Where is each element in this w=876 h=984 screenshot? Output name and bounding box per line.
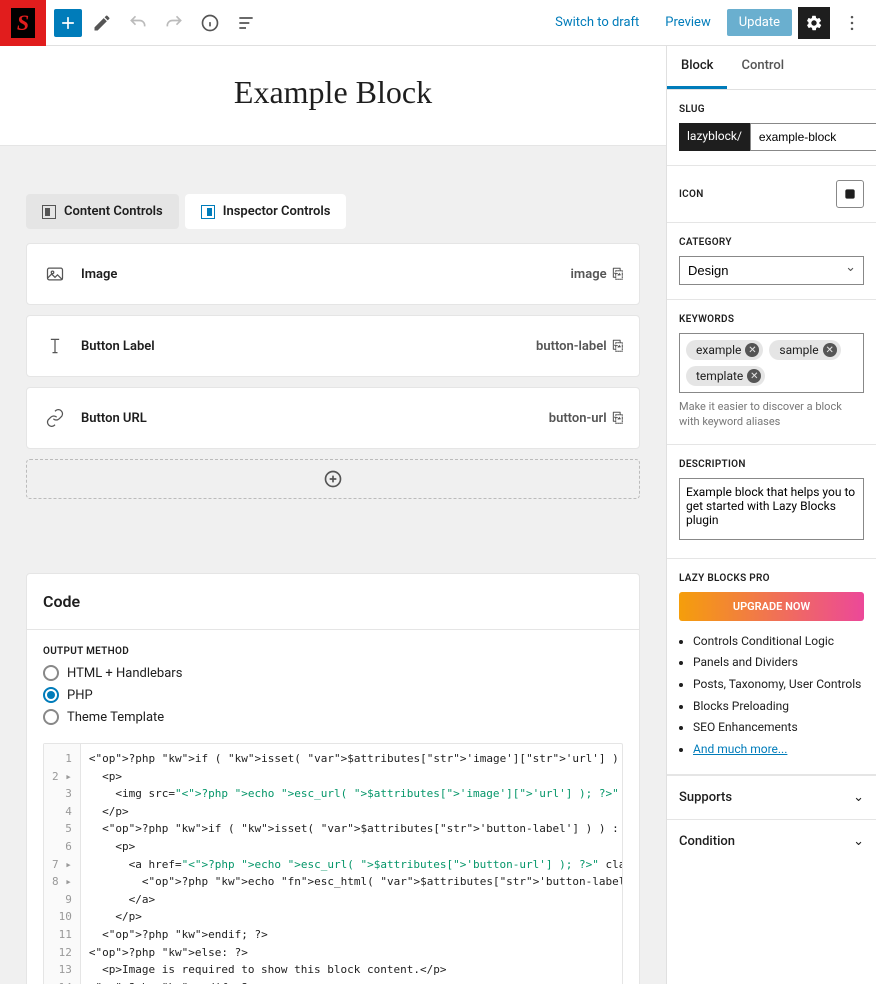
category-select[interactable]: Design xyxy=(679,256,864,285)
radio-html[interactable]: HTML + Handlebars xyxy=(43,665,623,681)
radio-theme[interactable]: Theme Template xyxy=(43,709,623,725)
keyword-tag: sample✕ xyxy=(769,340,840,360)
edit-tool-button[interactable] xyxy=(86,7,118,39)
control-slug: image xyxy=(571,267,607,282)
image-icon xyxy=(43,262,67,286)
radio-php[interactable]: PHP xyxy=(43,687,623,703)
info-button[interactable] xyxy=(194,7,226,39)
upgrade-button[interactable]: UPGRADE NOW xyxy=(679,592,864,621)
redo-button[interactable] xyxy=(158,7,190,39)
description-textarea[interactable]: Example block that helps you to get star… xyxy=(679,478,864,540)
output-method-label: OUTPUT METHOD xyxy=(43,646,623,657)
more-menu-button[interactable] xyxy=(836,7,868,39)
icon-picker-button[interactable] xyxy=(836,180,864,208)
update-button[interactable]: Update xyxy=(727,9,792,36)
slug-label: SLUG xyxy=(679,104,864,115)
app-logo[interactable]: S xyxy=(0,0,46,46)
radio-label: Theme Template xyxy=(67,710,164,725)
copy-icon[interactable]: ⎘ xyxy=(613,411,623,426)
slug-prefix: lazyblock/ xyxy=(679,123,750,151)
code-panel-title: Code xyxy=(43,592,623,611)
add-control-button[interactable] xyxy=(26,459,640,499)
radio-label: HTML + Handlebars xyxy=(67,666,182,681)
page-title[interactable]: Example Block xyxy=(0,74,666,111)
pro-label: LAZY BLOCKS PRO xyxy=(679,573,864,584)
control-label: Button Label xyxy=(81,339,155,354)
category-label: CATEGORY xyxy=(679,237,864,248)
link-icon xyxy=(43,406,67,430)
pro-more-link[interactable]: And much more... xyxy=(693,742,787,756)
accordion-label: Condition xyxy=(679,834,735,849)
keywords-input[interactable]: example✕ sample✕ template✕ xyxy=(679,333,864,393)
pro-item: Blocks Preloading xyxy=(693,696,864,718)
control-row-button-url[interactable]: Button URL button-url ⎘ xyxy=(26,387,640,449)
slug-input[interactable] xyxy=(750,123,876,151)
tab-label: Inspector Controls xyxy=(223,204,331,219)
pro-item: Posts, Taxonomy, User Controls xyxy=(693,674,864,696)
copy-icon[interactable]: ⎘ xyxy=(613,267,623,282)
pro-item: SEO Enhancements xyxy=(693,717,864,739)
keywords-help: Make it easier to discover a block with … xyxy=(679,399,864,430)
tab-content-controls[interactable]: Content Controls xyxy=(26,194,179,229)
remove-tag-button[interactable]: ✕ xyxy=(747,369,761,383)
tab-inspector-controls[interactable]: Inspector Controls xyxy=(185,194,347,229)
description-label: DESCRIPTION xyxy=(679,459,864,470)
keyword-tag: template✕ xyxy=(686,366,765,386)
control-slug: button-label xyxy=(536,339,607,354)
copy-icon[interactable]: ⎘ xyxy=(613,339,623,354)
preview-button[interactable]: Preview xyxy=(655,9,720,36)
switch-draft-button[interactable]: Switch to draft xyxy=(545,9,649,36)
chevron-down-icon: ⌄ xyxy=(853,834,864,849)
accordion-label: Supports xyxy=(679,790,732,805)
pro-item: Panels and Dividers xyxy=(693,652,864,674)
control-label: Button URL xyxy=(81,411,147,426)
add-block-button[interactable] xyxy=(54,9,82,37)
radio-label: PHP xyxy=(67,688,93,703)
keywords-label: KEYWORDS xyxy=(679,314,864,325)
remove-tag-button[interactable]: ✕ xyxy=(745,343,759,357)
pro-item: Controls Conditional Logic xyxy=(693,631,864,653)
settings-button[interactable] xyxy=(798,7,830,39)
icon-label: ICON xyxy=(679,189,704,200)
keyword-tag: example✕ xyxy=(686,340,763,360)
undo-button[interactable] xyxy=(122,7,154,39)
control-label: Image xyxy=(81,267,117,282)
control-row-image[interactable]: Image image ⎘ xyxy=(26,243,640,305)
condition-accordion[interactable]: Condition ⌄ xyxy=(667,819,876,863)
remove-tag-button[interactable]: ✕ xyxy=(823,343,837,357)
code-editor[interactable]: 12 ▸34567 ▸8 ▸9101112131415 <"op">?php "… xyxy=(43,743,623,984)
outline-button[interactable] xyxy=(230,7,262,39)
supports-accordion[interactable]: Supports ⌄ xyxy=(667,775,876,819)
tab-label: Content Controls xyxy=(64,204,163,219)
control-row-button-label[interactable]: Button Label button-label ⎘ xyxy=(26,315,640,377)
chevron-down-icon: ⌄ xyxy=(853,790,864,805)
control-slug: button-url xyxy=(549,411,607,426)
text-icon xyxy=(43,334,67,358)
sidebar-tab-control[interactable]: Control xyxy=(727,46,798,89)
sidebar-tab-block[interactable]: Block xyxy=(667,46,727,89)
